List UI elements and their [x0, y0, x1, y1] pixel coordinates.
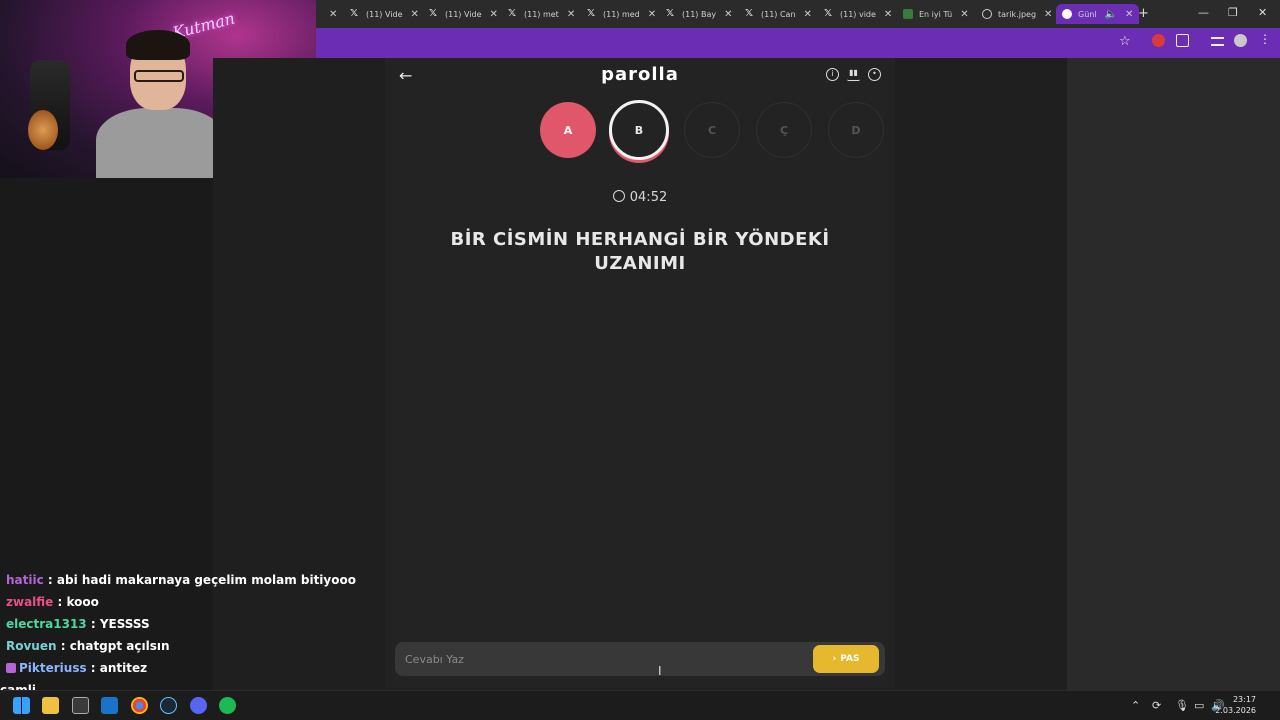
text-cursor-icon: I	[658, 664, 662, 678]
countdown-timer: 04:52	[385, 190, 895, 205]
streamer-body	[96, 108, 226, 178]
x-logo-icon: 𝕏	[587, 8, 596, 19]
close-icon[interactable]: ✕	[724, 9, 732, 20]
clock-icon	[612, 190, 625, 202]
question-text: BİR CİSMİN HERHANGİ BİR YÖNDEKİ UZANIMI	[450, 229, 830, 274]
menu-kebab-icon[interactable]: ⋮	[1259, 33, 1272, 47]
close-icon[interactable]: ✕	[489, 9, 497, 20]
globe-icon	[982, 9, 992, 19]
close-icon[interactable]: ✕	[804, 9, 812, 20]
steam-icon[interactable]	[160, 697, 177, 714]
app-logo: parolla	[601, 64, 679, 85]
extensions-puzzle-icon[interactable]	[1176, 34, 1189, 47]
browser-tab[interactable]: 𝕏 (11) med ✕	[587, 4, 656, 24]
browser-tab[interactable]: tarik.jpeg ✕	[982, 4, 1052, 24]
chat-message: electra1313 : YESSSS	[6, 617, 150, 631]
close-icon[interactable]: ✕	[567, 9, 575, 20]
profile-avatar-icon[interactable]	[1234, 34, 1247, 47]
close-icon[interactable]: ✕	[410, 9, 418, 20]
x-logo-icon: 𝕏	[350, 8, 359, 19]
user-profile-icon[interactable]: •	[868, 68, 881, 81]
browser-tab-strip: ✕ 𝕏 (11) Vide ✕ 𝕏 (11) Vide ✕ 𝕏 (11) met ✕ 𝕏 (1…	[316, 0, 1280, 28]
answer-bar: ›PAS	[395, 642, 885, 676]
info-icon[interactable]: i	[826, 68, 839, 81]
tray-chevron-up-icon[interactable]: ⌃	[1131, 699, 1140, 712]
restore-button[interactable]: ❐	[1228, 6, 1238, 19]
system-clock[interactable]: 23:17 2.03.2026	[1215, 694, 1256, 716]
streamer-hair	[126, 30, 190, 60]
tab-close-partial[interactable]: ✕	[321, 4, 337, 24]
speaker-icon[interactable]: 🔈	[1105, 9, 1117, 20]
close-icon[interactable]: ✕	[329, 9, 337, 20]
tray-display-icon[interactable]: ▭	[1194, 699, 1204, 712]
close-icon[interactable]: ✕	[648, 9, 656, 20]
answer-input[interactable]	[405, 642, 805, 676]
browser-tab[interactable]: En iyi Tü ✕	[903, 4, 969, 24]
sub-badge-icon	[6, 663, 16, 673]
x-logo-icon: 𝕏	[508, 8, 517, 19]
close-icon[interactable]: ✕	[1044, 9, 1052, 20]
letter-c-cedilla: Ç	[756, 102, 812, 158]
x-logo-icon: 𝕏	[824, 8, 833, 19]
tray-sync-icon[interactable]: ⟳	[1152, 699, 1161, 712]
discord-icon[interactable]	[190, 697, 207, 714]
page-outer-right	[1067, 58, 1280, 690]
letter-b-current: B	[609, 100, 669, 160]
spotify-icon[interactable]	[219, 697, 236, 714]
chat-message: hatiic : abi hadi makarnaya geçelim mola…	[6, 573, 356, 587]
chat-message: zwalfie : kooo	[6, 595, 99, 609]
windows-start-icon[interactable]	[13, 697, 30, 714]
chrome-icon	[1062, 9, 1072, 19]
letter-d: D	[828, 102, 884, 158]
x-logo-icon: 𝕏	[429, 8, 438, 19]
pass-button[interactable]: › PAS	[813, 645, 879, 673]
browser-tab[interactable]: 𝕏 (11) Can ✕	[745, 4, 812, 24]
browser-tab[interactable]: 𝕏 (11) Vide ✕	[350, 4, 419, 24]
file-explorer-icon[interactable]	[42, 697, 59, 714]
stream-chat: hatiic : abi hadi makarnaya geçelim mola…	[6, 572, 356, 682]
chat-message: Rovuen : chatgpt açılsın	[6, 639, 170, 653]
parolla-game: ← parolla i ▮▮ • A B C Ç D 04:52 BİR CİS…	[385, 58, 895, 688]
close-window-button[interactable]: ✕	[1258, 6, 1267, 19]
browser-tab[interactable]: 𝕏 (11) Bay ✕	[666, 4, 732, 24]
header-actions: i ▮▮ •	[826, 68, 881, 81]
x-logo-icon: 𝕏	[745, 8, 754, 19]
letter-a: A	[540, 102, 596, 158]
chevron-right-icon: ›	[832, 654, 837, 664]
close-icon[interactable]: ✕	[884, 9, 892, 20]
outlook-icon[interactable]	[101, 697, 118, 714]
streamer-glasses	[134, 70, 184, 82]
store-icon[interactable]	[72, 697, 89, 714]
streamer	[96, 30, 226, 178]
image-icon	[903, 9, 913, 19]
page-margin-right	[895, 58, 1067, 690]
screen: Kutman ✕ 𝕏 (11) Vide ✕ 𝕏 (11) Vide ✕ 𝕏 (11) m…	[0, 0, 1280, 720]
windows-taskbar: ⌃ ⟳ 🎙 ▭ 🔊 23:17 2.03.2026	[0, 690, 1280, 720]
browser-tab[interactable]: 𝕏 (11) vide ✕	[824, 4, 892, 24]
minimize-button[interactable]: —	[1198, 6, 1209, 19]
new-tab-button[interactable]: +	[1138, 6, 1149, 21]
chrome-taskbar-icon[interactable]	[131, 697, 148, 714]
browser-tab[interactable]: 𝕏 (11) met ✕	[508, 4, 575, 24]
chat-message: Pikteriuss : antitez	[6, 660, 306, 682]
address-bar[interactable]: ☆ ⋮	[316, 28, 1280, 58]
browser-tab-active[interactable]: Günl 🔈 ✕	[1056, 4, 1140, 24]
stats-icon[interactable]: ▮▮	[847, 68, 860, 81]
close-icon[interactable]: ✕	[1125, 9, 1133, 20]
letter-c: C	[684, 102, 740, 158]
close-icon[interactable]: ✕	[960, 9, 968, 20]
bookmark-star-icon[interactable]: ☆	[1119, 34, 1131, 49]
browser-tab[interactable]: 𝕏 (11) Vide ✕	[429, 4, 498, 24]
media-controls-icon[interactable]	[1211, 37, 1224, 46]
tray-microphone-icon[interactable]: 🎙	[1175, 699, 1189, 712]
x-logo-icon: 𝕏	[666, 8, 675, 19]
extension-red-icon[interactable]	[1152, 34, 1165, 47]
lamp	[28, 110, 58, 150]
